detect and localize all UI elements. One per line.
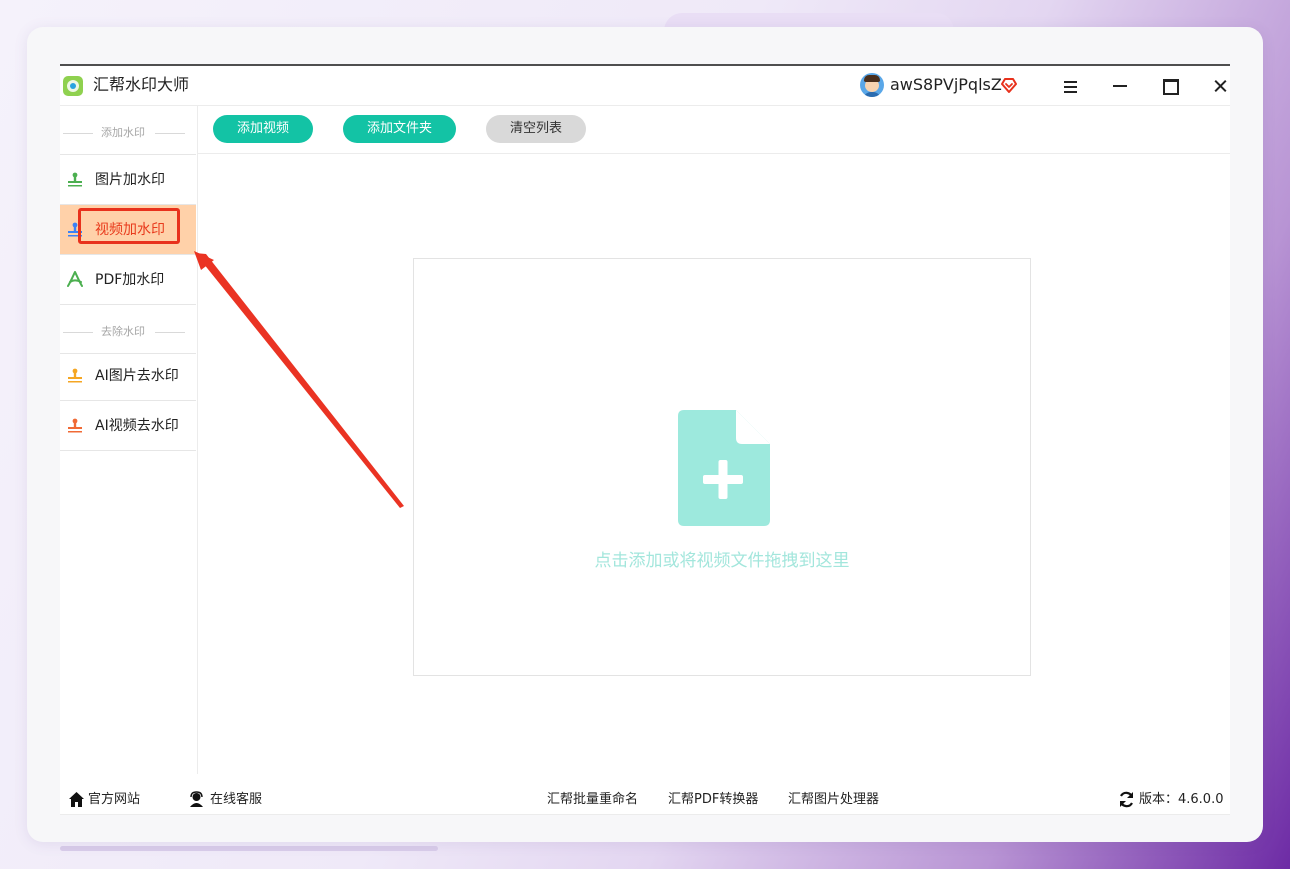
highlight-annotation-box (78, 208, 180, 244)
version-label: 版本：4.6.0.0 (1139, 792, 1224, 807)
menu-button[interactable] (1055, 72, 1085, 100)
clear-list-button[interactable]: 清空列表 (486, 115, 586, 143)
app-logo-icon (63, 76, 83, 96)
sidebar-item-image-watermark[interactable]: 图片加水印 (60, 155, 196, 205)
sidebar-item-ai-image-remove[interactable]: AI图片去水印 (60, 351, 196, 401)
refresh-icon[interactable] (1118, 791, 1135, 808)
image-processor-link[interactable]: 汇帮图片处理器 (788, 791, 879, 809)
background-decoration-bottom (60, 846, 438, 851)
ai-video-remove-icon (68, 418, 82, 433)
vip-diamond-icon[interactable] (1000, 76, 1018, 94)
title-bar: 汇帮水印大师 awS8PVjPqlsZ (60, 66, 1230, 106)
sidebar-item-video-watermark[interactable]: 视频加水印 (60, 205, 196, 255)
username[interactable]: awS8PVjPqlsZ (890, 74, 1002, 96)
sidebar-item-label: AI视频去水印 (95, 418, 179, 434)
add-folder-button[interactable]: 添加文件夹 (343, 115, 456, 143)
batch-rename-link[interactable]: 汇帮批量重命名 (547, 791, 638, 809)
customer-service-icon (190, 791, 203, 807)
status-bar: 官方网站 在线客服 汇帮批量重命名 汇帮PDF转换器 汇帮图片处理器 版本：4.… (60, 786, 1230, 815)
home-icon (69, 792, 84, 807)
toolbar: 添加视频 添加文件夹 清空列表 (198, 106, 1230, 154)
ai-image-remove-icon (68, 368, 82, 383)
pdf-converter-link[interactable]: 汇帮PDF转换器 (668, 791, 758, 809)
official-website-link[interactable]: 官方网站 (88, 791, 140, 809)
section-header-add-watermark: 添加水印 (60, 106, 196, 155)
online-support-link[interactable]: 在线客服 (210, 791, 262, 809)
add-video-button[interactable]: 添加视频 (213, 115, 313, 143)
sidebar: 添加水印 图片加水印 视频加水印 PDF加水印 去除水印 AI图片去水印 AI视… (60, 106, 198, 774)
maximize-button[interactable] (1155, 72, 1185, 100)
drop-zone-hint: 点击添加或将视频文件拖拽到这里 (594, 551, 850, 571)
image-watermark-icon (68, 172, 82, 187)
sidebar-item-pdf-watermark[interactable]: PDF加水印 (60, 255, 196, 305)
user-avatar-icon[interactable] (860, 73, 884, 97)
pdf-icon (67, 271, 83, 287)
close-button[interactable] (1205, 72, 1235, 100)
sidebar-item-label: PDF加水印 (95, 272, 165, 288)
app-title: 汇帮水印大师 (93, 75, 190, 94)
app-window: 汇帮水印大师 awS8PVjPqlsZ 添加水印 图片加水印 视频加水印 PDF… (60, 64, 1230, 815)
file-drop-zone[interactable]: 点击添加或将视频文件拖拽到这里 (413, 258, 1031, 676)
sidebar-item-ai-video-remove[interactable]: AI视频去水印 (60, 401, 196, 451)
sidebar-item-label: AI图片去水印 (95, 368, 179, 384)
section-header-remove-watermark: 去除水印 (60, 305, 196, 354)
add-file-icon (678, 410, 770, 526)
sidebar-item-label: 图片加水印 (95, 172, 165, 188)
minimize-button[interactable] (1105, 72, 1135, 100)
